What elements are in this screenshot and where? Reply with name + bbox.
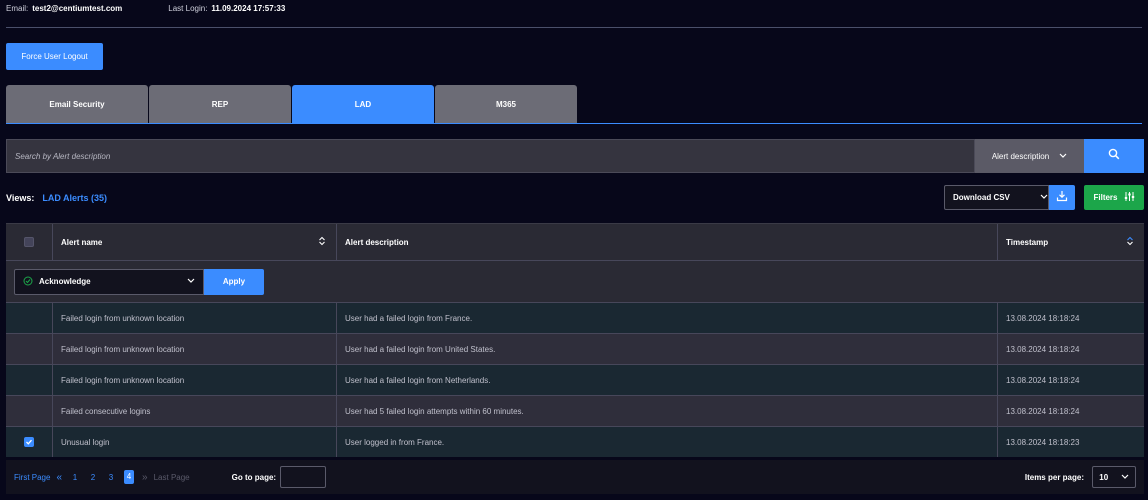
search-button[interactable]: [1084, 139, 1144, 173]
download-csv-select[interactable]: Download CSV: [944, 185, 1049, 210]
alert-description-cell: User had a failed login from Netherlands…: [337, 365, 998, 395]
chevron-down-icon: [1121, 473, 1129, 482]
table-row[interactable]: Unusual login User logged in from France…: [6, 426, 1144, 457]
views-label: Views:: [6, 193, 35, 203]
items-per-page-value: 10: [1099, 472, 1109, 482]
column-header-timestamp[interactable]: Timestamp: [998, 224, 1144, 260]
goto-page-label: Go to page:: [231, 472, 277, 482]
alert-name-cell: Failed login from unknown location: [53, 334, 337, 364]
search-field-select[interactable]: Alert description: [975, 139, 1084, 173]
chevron-down-icon: [1040, 193, 1048, 202]
last-login-value: 11.09.2024 17:57:33: [211, 4, 286, 13]
double-chevron-right-icon: »: [142, 471, 148, 483]
sliders-icon: [1124, 191, 1135, 204]
row-select-cell: [6, 334, 53, 364]
views-bar: Views: LAD Alerts (35): [6, 193, 107, 203]
alerts-table: Alert name Alert description Timestamp A…: [6, 223, 1144, 457]
page-link-2[interactable]: 2: [88, 473, 98, 482]
row-select-cell: [6, 303, 53, 333]
filters-button[interactable]: Filters: [1084, 185, 1144, 210]
timestamp-cell: 13.08.2024 18:18:24: [998, 365, 1144, 395]
bulk-action-select[interactable]: Acknowledge: [14, 268, 204, 295]
alert-description-cell: User had a failed login from France.: [337, 303, 998, 333]
filters-label: Filters: [1093, 193, 1118, 202]
page-link-4-current[interactable]: 4: [124, 470, 135, 484]
page-link-3[interactable]: 3: [106, 473, 116, 482]
sort-icon: [1126, 236, 1134, 248]
timestamp-cell: 13.08.2024 18:18:24: [998, 303, 1144, 333]
check-circle-icon: [23, 276, 33, 288]
header-divider: [6, 27, 1142, 28]
page-link-1[interactable]: 1: [70, 473, 80, 482]
chevron-down-icon: [1059, 152, 1067, 161]
sort-icon: [318, 236, 326, 248]
user-info-bar: Email: test2@centiumtest.com Last Login:…: [6, 4, 285, 13]
view-link-lad-alerts[interactable]: LAD Alerts (35): [42, 193, 107, 203]
column-label: Timestamp: [1006, 237, 1049, 247]
bulk-action-row: Acknowledge Apply: [6, 260, 1144, 302]
column-header-alert-name[interactable]: Alert name: [53, 224, 337, 260]
download-button[interactable]: [1049, 185, 1075, 210]
items-per-page-label: Items per page:: [1024, 472, 1084, 482]
bulk-action-value: Acknowledge: [39, 277, 91, 286]
force-user-logout-button[interactable]: Force User Logout: [6, 43, 103, 70]
last-page-link: Last Page: [153, 472, 190, 482]
email-label: Email:: [6, 4, 29, 13]
search-field-value: Alert description: [991, 151, 1050, 161]
search-bar: Alert description: [6, 139, 1144, 173]
timestamp-cell: 13.08.2024 18:18:23: [998, 427, 1144, 457]
row-select-cell: [6, 365, 53, 395]
tab-m365[interactable]: M365: [435, 85, 577, 123]
alert-description-cell: User had a failed login from United Stat…: [337, 334, 998, 364]
alert-name-cell: Failed login from unknown location: [53, 365, 337, 395]
search-icon: [1108, 147, 1120, 165]
goto-page-input[interactable]: [280, 466, 327, 488]
table-row[interactable]: Failed login from unknown location User …: [6, 302, 1144, 333]
alert-name-cell: Failed login from unknown location: [53, 303, 337, 333]
alert-name-cell: Failed consecutive logins: [53, 396, 337, 426]
row-select-cell: [6, 396, 53, 426]
email-value: test2@centiumtest.com: [32, 4, 123, 13]
product-tabs: Email Security REP LAD M365: [6, 85, 1142, 124]
items-per-page: Items per page: 10: [1025, 466, 1144, 488]
last-login-label: Last Login:: [168, 4, 208, 13]
pagination-bar: First Page « 1 2 3 4 » Last Page Go to p…: [6, 460, 1144, 494]
column-header-alert-description: Alert description: [337, 224, 998, 260]
table-row[interactable]: Failed consecutive logins User had 5 fai…: [6, 395, 1144, 426]
items-per-page-select[interactable]: 10: [1092, 466, 1136, 488]
search-input[interactable]: [6, 139, 975, 173]
table-header: Alert name Alert description Timestamp: [6, 223, 1144, 260]
download-csv-label: Download CSV: [953, 193, 1010, 202]
chevron-down-icon: [187, 277, 195, 286]
alert-description-cell: User logged in from France.: [337, 427, 998, 457]
double-chevron-left-icon[interactable]: «: [56, 472, 62, 483]
tab-email-security[interactable]: Email Security: [6, 85, 148, 123]
first-page-link[interactable]: First Page: [14, 473, 50, 482]
apply-button[interactable]: Apply: [204, 268, 264, 295]
row-select-cell: [6, 427, 53, 457]
table-row[interactable]: Failed login from unknown location User …: [6, 364, 1144, 395]
timestamp-cell: 13.08.2024 18:18:24: [1006, 406, 1080, 416]
select-all-cell: [6, 224, 53, 260]
table-row[interactable]: Failed login from unknown location User …: [6, 333, 1144, 364]
alert-name-cell: Unusual login: [53, 427, 337, 457]
column-label: Alert description: [345, 237, 409, 247]
alert-description-cell: User had 5 failed login attempts within …: [337, 396, 998, 426]
download-icon: [1056, 189, 1068, 207]
tab-lad[interactable]: LAD: [292, 85, 434, 123]
select-all-checkbox[interactable]: [24, 237, 34, 247]
column-label: Alert name: [61, 237, 103, 247]
row-checkbox[interactable]: [24, 437, 34, 447]
tab-rep[interactable]: REP: [149, 85, 291, 123]
timestamp-cell: 13.08.2024 18:18:24: [1006, 344, 1080, 354]
